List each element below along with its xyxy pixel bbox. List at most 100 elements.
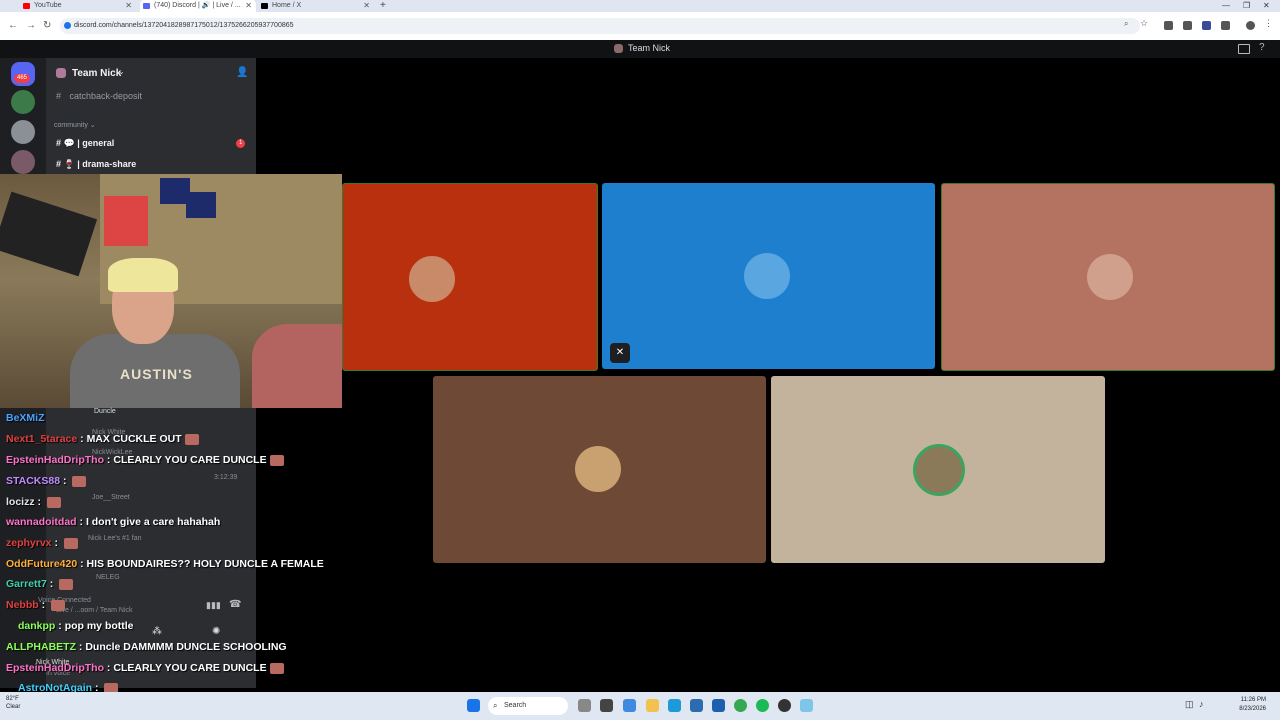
search-label: Search <box>504 702 527 709</box>
streamer-webcam: AUSTIN'S <box>0 174 342 408</box>
reload-icon[interactable]: ↻ <box>43 20 51 31</box>
chat-text: CLEARLY YOU CARE DUNCLE <box>113 662 267 674</box>
category-community[interactable]: community ⌄ <box>54 121 96 129</box>
url-text: discord.com/channels/1372041828987175012… <box>74 22 294 29</box>
tab-label: Home / X <box>272 2 302 9</box>
add-user-icon[interactable]: 👤 <box>236 67 248 78</box>
blanket <box>252 324 342 408</box>
emote-icon <box>184 433 199 445</box>
weather-text: Clear <box>6 704 21 710</box>
copilot-icon[interactable] <box>623 699 636 712</box>
chat-username: Garrett7 <box>6 578 47 590</box>
chat-username: STACKS88 <box>6 475 61 487</box>
volume-icon[interactable]: ♪ <box>1199 699 1204 709</box>
network-icon[interactable]: ◫ <box>1185 699 1194 710</box>
chat-message: Next1_5tarace : MAX CUCKLE OUT <box>6 433 199 445</box>
muted-microphone-icon: ✕ <box>610 343 630 363</box>
window-title: Team Nick <box>628 43 671 53</box>
browser-tab-bar: YouTube ✕ (740) Discord | 🔊 | Live / ...… <box>0 0 1280 12</box>
notepad-icon[interactable] <box>800 699 813 712</box>
chat-text: CLEARLY YOU CARE DUNCLE <box>113 454 267 466</box>
browser-tab-x[interactable]: Home / X ✕ <box>258 0 374 12</box>
minimize-icon[interactable]: — <box>1222 0 1230 12</box>
server-icon[interactable] <box>11 120 35 144</box>
channel-label: general <box>82 138 115 148</box>
discord-icon <box>143 3 150 9</box>
server-icon <box>614 44 623 53</box>
maximize-icon[interactable]: ❐ <box>1243 0 1250 12</box>
windows-start-icon[interactable] <box>467 699 480 712</box>
chat-text: I don't give a care hahahah <box>85 516 221 528</box>
chat-username: EpsteinHadDripTho <box>6 662 105 674</box>
close-icon[interactable]: ✕ <box>245 0 252 12</box>
chat-username: OddFuture420 <box>6 558 78 570</box>
channel-general[interactable]: # 💬 | general <box>56 138 114 149</box>
server-icon[interactable] <box>11 150 35 174</box>
browser-tab-youtube[interactable]: YouTube ✕ <box>20 0 136 12</box>
channel-catchback-deposit[interactable]: # catchback-deposit <box>56 91 142 101</box>
taskbar-search[interactable]: ⌕ Search <box>488 697 568 715</box>
chat-message: OddFuture420 : HIS BOUNDAIRES?? HOLY DUN… <box>6 558 324 570</box>
new-tab-button[interactable]: + <box>380 0 386 12</box>
microphone-arm <box>0 191 98 277</box>
chat-message: dankpp : pop my bottle <box>18 620 134 632</box>
close-icon[interactable]: ✕ <box>363 0 370 12</box>
profile-icon[interactable] <box>1246 21 1255 30</box>
back-icon[interactable]: ← <box>8 20 18 31</box>
extension-icon[interactable] <box>1183 21 1192 30</box>
windows-taskbar: 82°F Clear ⌕ Search ◫ ♪ 11:26 PM 8/23/20… <box>0 692 1280 720</box>
task-view-icon[interactable] <box>578 699 591 712</box>
participant-avatar <box>407 254 457 304</box>
app-icon[interactable] <box>600 699 613 712</box>
close-icon[interactable]: ✕ <box>125 0 132 12</box>
edge-icon[interactable] <box>668 699 681 712</box>
help-icon[interactable]: ? <box>1259 42 1265 53</box>
emote-icon <box>59 578 74 590</box>
site-info-icon[interactable] <box>64 22 71 29</box>
extension-icon[interactable] <box>1202 21 1211 30</box>
server-icon[interactable] <box>11 90 35 114</box>
chevron-down-icon[interactable]: ⌄ <box>118 67 125 76</box>
bookmark-star-icon[interactable]: ☆ <box>1140 18 1149 28</box>
inbox-icon[interactable] <box>1238 44 1250 54</box>
video-tile[interactable]: ✕ <box>602 183 935 369</box>
channel-drama-share[interactable]: # 🍷 | drama-share <box>56 159 136 170</box>
chat-username: BeXMiZ <box>6 412 45 424</box>
wall-decoration <box>186 192 216 218</box>
mail-icon[interactable] <box>712 699 725 712</box>
video-tile[interactable] <box>771 376 1105 563</box>
participant-avatar <box>1087 254 1133 300</box>
taskbar-clock[interactable]: 11:26 PM 8/23/2026 <box>1239 696 1266 714</box>
spotify-icon[interactable] <box>756 699 769 712</box>
zoom-icon[interactable]: ⌕ <box>1124 19 1133 28</box>
participant-avatar <box>575 446 621 492</box>
url-field[interactable]: discord.com/channels/1372041828987175012… <box>60 18 1140 34</box>
video-tile[interactable] <box>941 183 1275 371</box>
chat-username: zephyrvx <box>6 537 52 549</box>
file-explorer-icon[interactable] <box>646 699 659 712</box>
obs-icon[interactable] <box>778 699 791 712</box>
extension-icon[interactable] <box>1164 21 1173 30</box>
category-label: community <box>54 122 88 129</box>
wall-poster <box>104 196 148 246</box>
close-window-icon[interactable]: ✕ <box>1263 0 1270 12</box>
youtube-icon <box>23 3 30 9</box>
chat-username: wannadoitdad <box>6 516 77 528</box>
streamer-hair <box>108 258 178 292</box>
forward-icon[interactable]: → <box>26 20 36 31</box>
chrome-icon[interactable] <box>734 699 747 712</box>
weather-widget[interactable]: 82°F Clear <box>6 695 20 711</box>
extensions-puzzle-icon[interactable] <box>1221 21 1230 30</box>
video-tile[interactable] <box>433 376 766 563</box>
emote-icon <box>51 599 66 611</box>
store-icon[interactable] <box>690 699 703 712</box>
search-icon: ⌕ <box>493 701 498 710</box>
menu-icon[interactable]: ⋮ <box>1264 18 1273 28</box>
emote-icon <box>269 662 284 674</box>
browser-tab-discord[interactable]: (740) Discord | 🔊 | Live / ... ✕ <box>140 0 256 12</box>
video-tile[interactable] <box>342 183 598 371</box>
chat-text: Duncle DAMMMM DUNCLE SCHOOLING <box>85 641 287 653</box>
server-name[interactable]: Team Nick <box>72 68 121 79</box>
tab-label: (740) Discord | 🔊 | Live / ... <box>154 2 241 9</box>
chat-message: Nebbb : <box>6 599 66 611</box>
